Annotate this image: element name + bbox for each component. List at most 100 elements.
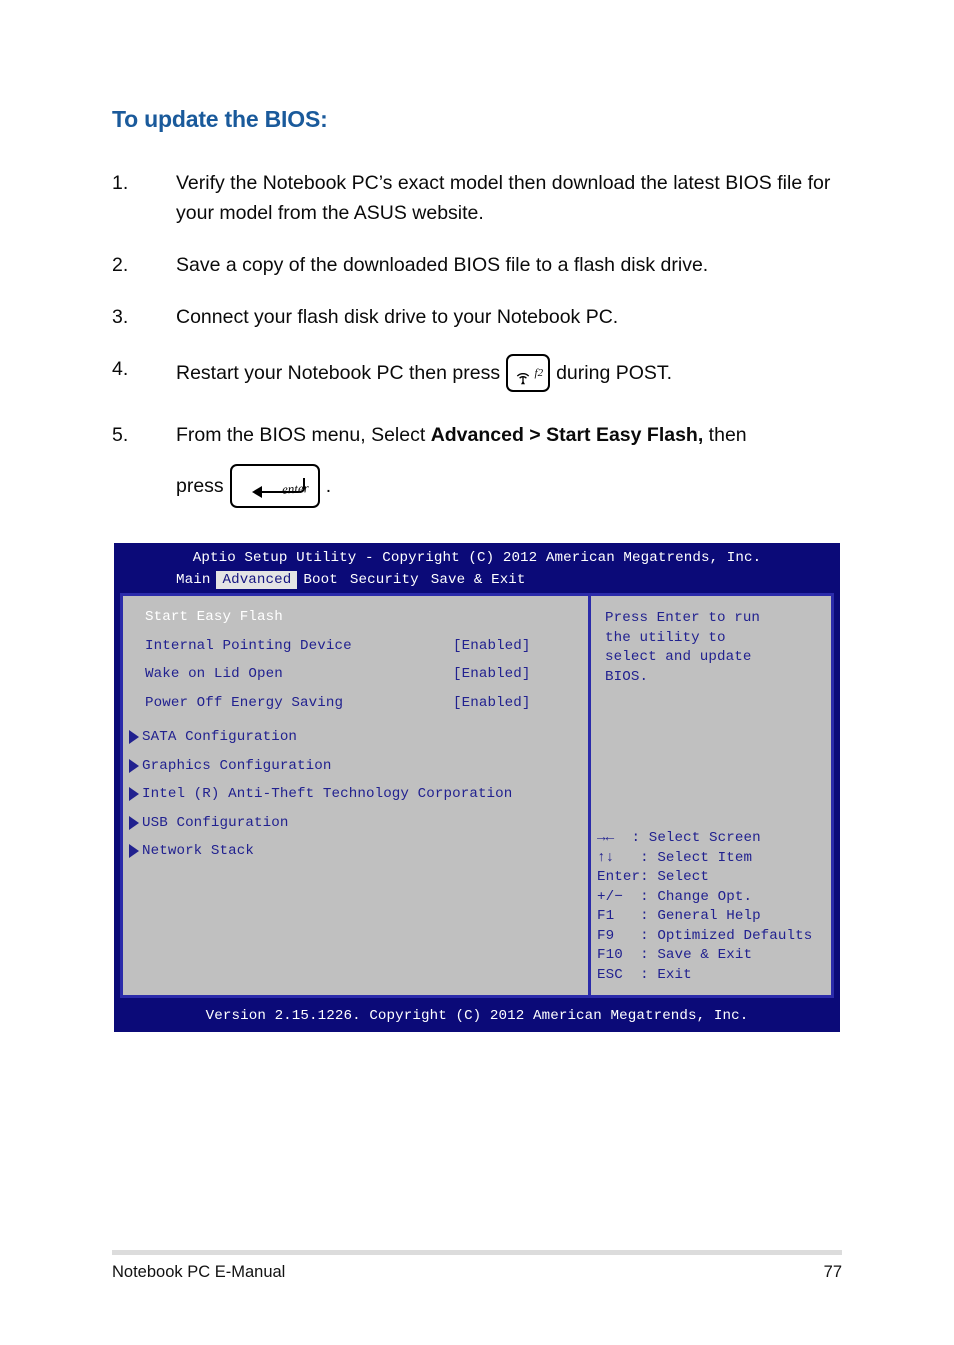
- key-legend-separator: :: [640, 908, 658, 924]
- bios-screenshot: Aptio Setup Utility - Copyright (C) 2012…: [114, 543, 840, 1032]
- step-text: Connect your flash disk drive to your No…: [176, 306, 619, 328]
- help-line: the utility to: [605, 629, 726, 646]
- page-number: 77: [823, 1263, 842, 1281]
- bios-submenu-label-anti-theft: Intel (R) Anti-Theft Technology Corporat…: [142, 786, 513, 803]
- list-item: 1. Verify the Notebook PC’s exact model …: [112, 168, 852, 228]
- key-legend-action: Exit: [657, 966, 692, 983]
- key-legend-row: F10 : Save & Exit: [597, 946, 841, 966]
- bios-option-value-power-off-energy-saving: [Enabled]: [453, 694, 531, 711]
- key-legend-row: F9 : Optimized Defaults: [597, 927, 841, 947]
- bios-options-panel: Start Easy Flash Internal Pointing Devic…: [123, 596, 588, 995]
- key-legend-key: ↑↓: [597, 849, 641, 866]
- submenu-arrow-icon: [129, 730, 139, 745]
- bios-submenu-row-graphics-configuration[interactable]: Graphics Configuration: [123, 752, 588, 781]
- key-legend-action: Change Opt.: [657, 888, 753, 905]
- bios-submenu-label-network-stack: Network Stack: [142, 843, 254, 860]
- submenu-arrow-icon: [129, 844, 139, 859]
- bios-option-label-power-off-energy-saving: Power Off Energy Saving: [145, 694, 344, 711]
- key-legend-key: F1: [597, 908, 641, 924]
- sentence-period: .: [325, 475, 332, 497]
- step-text: Save a copy of the downloaded BIOS file …: [176, 254, 709, 276]
- step-number: 5.: [112, 424, 129, 446]
- key-legend-key: F9: [597, 927, 641, 944]
- key-legend-separator: :: [640, 888, 658, 905]
- key-legend-separator: :: [640, 869, 658, 885]
- page-title: To update the BIOS:: [112, 106, 328, 132]
- bios-submenu-row-network-stack[interactable]: Network Stack: [123, 837, 588, 866]
- tab-main[interactable]: Main: [170, 571, 216, 589]
- list-item: 2. Save a copy of the downloaded BIOS fi…: [112, 250, 852, 280]
- step-text-before: From the BIOS menu, Select: [176, 424, 431, 446]
- key-legend-separator: :: [640, 966, 658, 983]
- bios-submenu-row-usb-configuration[interactable]: USB Configuration: [123, 809, 588, 838]
- key-legend-separator: :: [640, 849, 658, 866]
- submenu-arrow-icon: [129, 787, 139, 802]
- tab-advanced[interactable]: Advanced: [216, 570, 298, 589]
- step-text: Verify the Notebook PC’s exact model the…: [176, 172, 831, 224]
- manual-page: To update the BIOS: 1. Verify the Notebo…: [0, 0, 954, 1345]
- bios-submenu-row-sata-configuration[interactable]: SATA Configuration: [123, 723, 588, 752]
- footer-divider: [112, 1250, 842, 1255]
- list-item: 5. From the BIOS menu, Select Advanced >…: [112, 420, 852, 508]
- bios-help-panel: Press Enter to run the utility to select…: [591, 596, 831, 995]
- help-line: select and update: [605, 649, 752, 665]
- bios-submenu-label-graphics-configuration: Graphics Configuration: [142, 757, 332, 774]
- step-text: From the BIOS menu, Select Advanced > St…: [176, 420, 852, 508]
- tab-security[interactable]: Security: [344, 571, 425, 589]
- bios-key-legend: →← : Select Screen ↑↓ : Select Item Ente…: [597, 829, 841, 985]
- list-item: 3. Connect your flash disk drive to your…: [112, 302, 852, 332]
- step-emphasis: Advanced > Start Easy Flash,: [430, 424, 704, 446]
- key-legend-row: ESC : Exit: [597, 966, 841, 986]
- bios-option-row[interactable]: Internal Pointing Device [Enabled]: [123, 638, 588, 667]
- step-number: 2.: [112, 254, 129, 276]
- bios-option-value-internal-pointing-device: [Enabled]: [453, 637, 531, 654]
- f2-key-label: f2: [534, 367, 544, 379]
- instruction-step-list: 1. Verify the Notebook PC’s exact model …: [112, 168, 852, 508]
- f2-keycap: f2: [506, 354, 551, 392]
- press-label: press: [176, 475, 224, 497]
- help-line: Press Enter to run: [605, 610, 761, 626]
- bios-submenu-label-usb-configuration: USB Configuration: [142, 814, 289, 831]
- key-legend-key: →←: [597, 830, 632, 846]
- key-legend-action: Select: [657, 869, 709, 885]
- key-legend-separator: :: [631, 830, 649, 846]
- bios-title-bar: Aptio Setup Utility - Copyright (C) 2012…: [192, 550, 762, 566]
- key-legend-action: Select Item: [657, 849, 753, 866]
- key-legend-key: +/−: [597, 888, 641, 905]
- bios-option-value-wake-on-lid-open: [Enabled]: [453, 666, 531, 682]
- key-legend-action: Select Screen: [648, 830, 761, 846]
- step-text-after: during POST.: [556, 362, 673, 384]
- key-legend-action: General Help: [657, 908, 761, 924]
- bios-help-text: Press Enter to run the utility to select…: [605, 609, 825, 687]
- key-legend-row: +/− : Change Opt.: [597, 888, 841, 908]
- submenu-arrow-icon: [129, 815, 139, 830]
- key-legend-row: →← : Select Screen: [597, 829, 841, 849]
- step-number: 1.: [112, 172, 129, 194]
- bios-option-row[interactable]: Wake on Lid Open [Enabled]: [123, 666, 588, 695]
- tab-boot[interactable]: Boot: [297, 571, 343, 589]
- bios-submenu-row-anti-theft[interactable]: Intel (R) Anti-Theft Technology Corporat…: [123, 780, 588, 809]
- step-text: Restart your Notebook PC then press f2 d…: [176, 354, 852, 392]
- step-text-after: then: [703, 424, 747, 446]
- key-legend-row: Enter : Select: [597, 868, 841, 888]
- key-legend-key: F10: [597, 947, 641, 963]
- submenu-arrow-icon: [129, 758, 139, 773]
- key-legend-row: ↑↓ : Select Item: [597, 849, 841, 869]
- enter-arrow-icon: [251, 478, 305, 498]
- step-number: 4.: [112, 358, 129, 380]
- key-legend-key: Enter: [597, 869, 641, 885]
- key-legend-separator: :: [640, 927, 658, 944]
- bios-menu-bar: Main Advanced Boot Security Save & Exit: [114, 569, 840, 590]
- bios-option-row[interactable]: Power Off Energy Saving [Enabled]: [123, 695, 588, 724]
- tab-save-and-exit[interactable]: Save & Exit: [425, 571, 532, 589]
- key-legend-key: ESC: [597, 966, 641, 983]
- step-number: 3.: [112, 306, 129, 328]
- key-legend-action: Save & Exit: [657, 947, 753, 963]
- bios-option-row[interactable]: Start Easy Flash: [123, 609, 588, 638]
- bios-content-area: Start Easy Flash Internal Pointing Devic…: [120, 593, 834, 998]
- bios-option-label-internal-pointing-device: Internal Pointing Device: [145, 637, 352, 654]
- key-legend-action: Optimized Defaults: [657, 927, 813, 944]
- help-line: BIOS.: [605, 668, 649, 685]
- bios-option-label-wake-on-lid-open: Wake on Lid Open: [145, 666, 283, 682]
- footer-manual-title: Notebook PC E-Manual: [112, 1263, 286, 1281]
